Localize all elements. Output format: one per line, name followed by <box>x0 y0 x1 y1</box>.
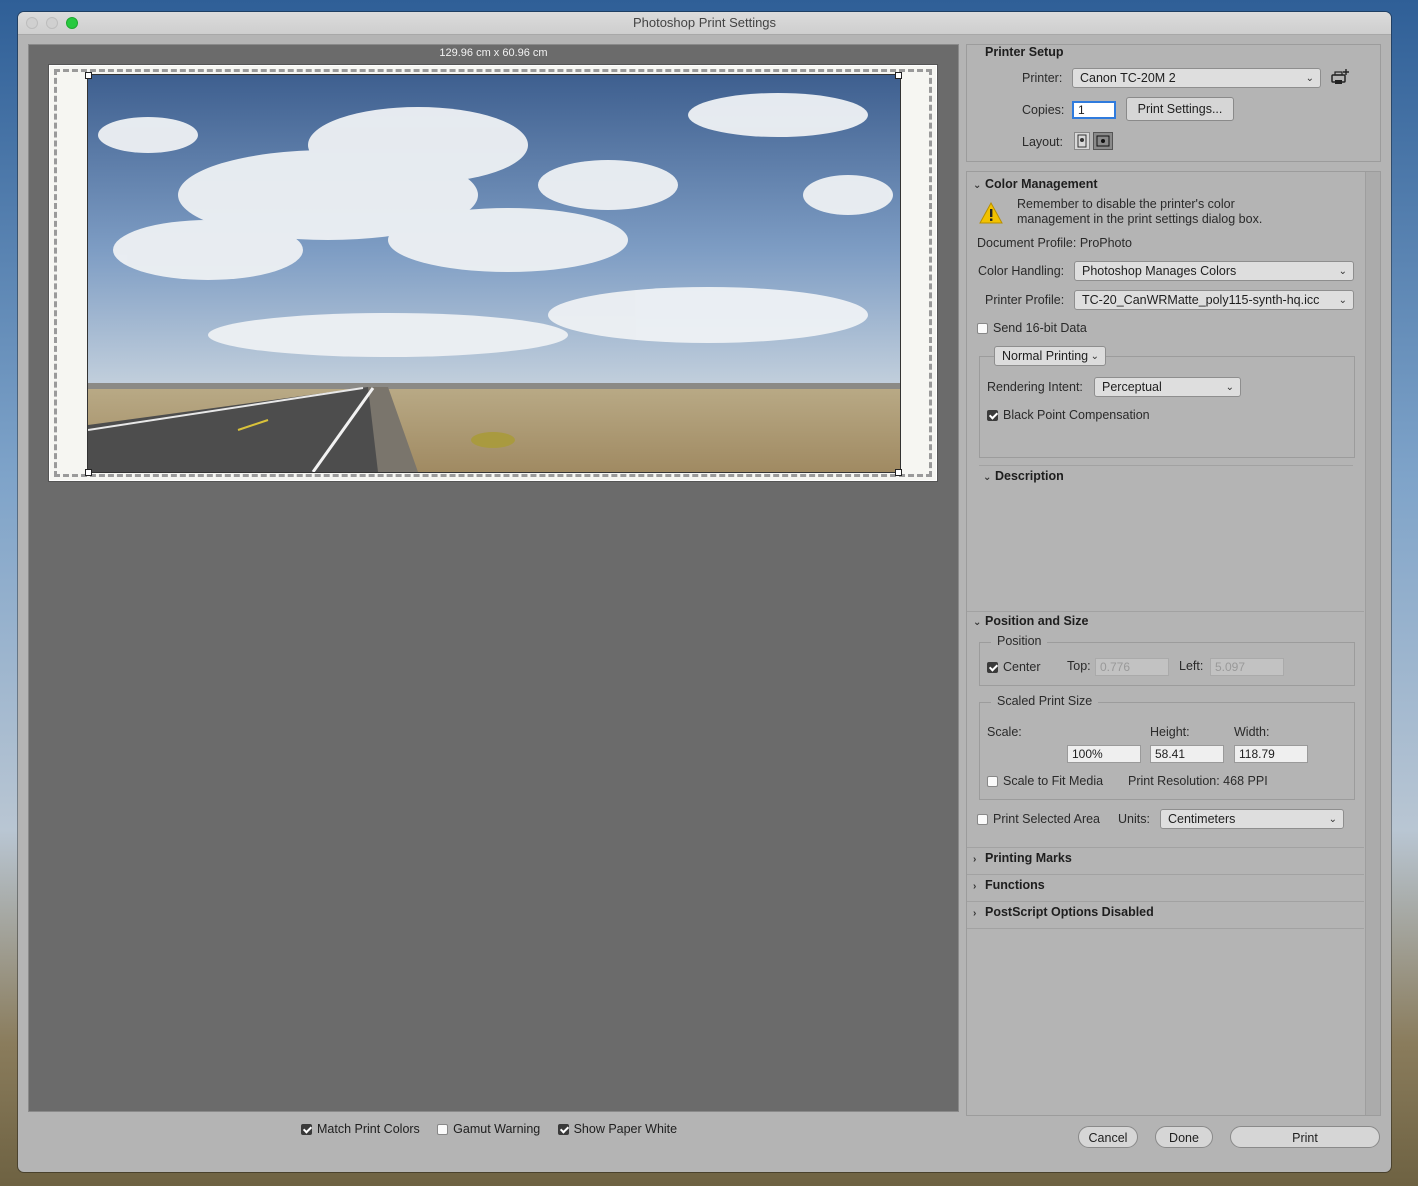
units-select[interactable]: Centimeters ⌄ <box>1160 809 1344 829</box>
functions-header[interactable]: › Functions <box>973 878 1045 892</box>
send-16bit-checkbox[interactable] <box>977 323 988 334</box>
settings-scroll-panel[interactable]: ⌄ Color Management Remember to disable th… <box>966 171 1381 1116</box>
height-input[interactable]: 58.41 <box>1150 745 1224 763</box>
done-button[interactable]: Done <box>1155 1126 1213 1148</box>
scale-to-fit-option[interactable]: Scale to Fit Media <box>987 774 1103 788</box>
printer-setup-panel: Printer Setup Printer: Canon TC-20M 2 ⌄ … <box>966 44 1381 162</box>
printer-profile-select[interactable]: TC-20_CanWRMatte_poly115-synth-hq.icc ⌄ <box>1074 290 1354 310</box>
print-button[interactable]: Print <box>1230 1126 1380 1148</box>
scale-label: Scale: <box>987 725 1022 739</box>
rendering-intent-label: Rendering Intent: <box>987 380 1083 394</box>
landscape-layout-icon[interactable] <box>1093 132 1113 150</box>
height-label: Height: <box>1150 725 1190 739</box>
copies-input[interactable]: 1 <box>1072 101 1116 119</box>
top-input[interactable]: 0.776 <box>1095 658 1169 676</box>
match-print-colors-checkbox[interactable] <box>301 1124 312 1135</box>
printer-setup-title: Printer Setup <box>985 45 1064 59</box>
rendering-intent-select[interactable]: Perceptual ⌄ <box>1094 377 1241 397</box>
width-label: Width: <box>1234 725 1270 739</box>
center-option[interactable]: Center <box>987 660 1041 674</box>
preview-options: Match Print Colors Gamut Warning Show Pa… <box>301 1122 691 1140</box>
chevron-down-icon: ⌄ <box>1338 266 1347 277</box>
minimize-window-button[interactable] <box>46 17 58 29</box>
add-printer-icon[interactable] <box>1330 67 1350 87</box>
resize-handle-top-left[interactable] <box>85 72 92 79</box>
resize-handle-top-right[interactable] <box>895 72 902 79</box>
match-print-colors-option[interactable]: Match Print Colors <box>301 1122 420 1136</box>
position-legend: Position <box>991 634 1048 648</box>
close-window-button[interactable] <box>26 17 38 29</box>
color-management-header[interactable]: ⌄ Color Management <box>973 177 1098 191</box>
document-profile: Document Profile: ProPhoto <box>977 236 1132 250</box>
chevron-down-icon: ⌄ <box>1338 295 1347 306</box>
printer-profile-label: Printer Profile: <box>985 293 1065 307</box>
preview-image[interactable] <box>87 74 901 473</box>
left-label: Left: <box>1179 659 1204 673</box>
color-handling-label: Color Handling: <box>978 264 1065 278</box>
normal-printing-select[interactable]: Normal Printing ⌄ <box>994 346 1106 366</box>
printer-select[interactable]: Canon TC-20M 2 ⌄ <box>1072 68 1321 88</box>
position-size-header[interactable]: ⌄ Position and Size <box>973 614 1089 628</box>
paper-sheet <box>49 65 937 481</box>
chevron-down-icon: ⌄ <box>973 180 982 191</box>
send-16bit-option[interactable]: Send 16-bit Data <box>977 321 1087 335</box>
chevron-down-icon: ⌄ <box>1090 351 1099 362</box>
show-paper-white-checkbox[interactable] <box>557 1124 569 1135</box>
black-point-option[interactable]: Black Point Compensation <box>987 408 1150 422</box>
scaled-print-size-legend: Scaled Print Size <box>991 694 1099 708</box>
chevron-right-icon: › <box>973 908 977 919</box>
chevron-down-icon: ⌄ <box>1225 382 1234 393</box>
copies-label: Copies: <box>1022 103 1065 117</box>
description-header[interactable]: ⌄ Description <box>983 469 1064 483</box>
width-input[interactable]: 118.79 <box>1234 745 1308 763</box>
show-paper-white-option[interactable]: Show Paper White <box>557 1122 677 1136</box>
chevron-right-icon: › <box>973 881 977 892</box>
printing-marks-header[interactable]: › Printing Marks <box>973 851 1072 865</box>
black-point-checkbox[interactable] <box>987 410 998 421</box>
resize-handle-bottom-left[interactable] <box>85 469 92 476</box>
gamut-warning-option[interactable]: Gamut Warning <box>437 1122 540 1136</box>
print-settings-window: Photoshop Print Settings 129.96 cm x 60.… <box>18 12 1391 1172</box>
title-bar: Photoshop Print Settings <box>18 12 1391 35</box>
warning-icon <box>979 202 1003 224</box>
zoom-window-button[interactable] <box>66 17 78 29</box>
print-settings-button[interactable]: Print Settings... <box>1126 97 1234 121</box>
window-title: Photoshop Print Settings <box>632 15 777 30</box>
cancel-button[interactable]: Cancel <box>1078 1126 1138 1148</box>
chevron-down-icon: ⌄ <box>1328 814 1337 825</box>
scale-to-fit-checkbox[interactable] <box>987 776 998 787</box>
gamut-warning-checkbox[interactable] <box>437 1124 449 1135</box>
normal-printing-group <box>979 356 1355 458</box>
landscape-photo <box>88 75 900 472</box>
settings-scrollbar[interactable] <box>1365 172 1380 1115</box>
top-label: Top: <box>1067 659 1091 673</box>
printer-label: Printer: <box>1022 71 1063 85</box>
units-label: Units: <box>1118 812 1150 826</box>
chevron-right-icon: › <box>973 854 977 865</box>
left-input[interactable]: 5.097 <box>1210 658 1284 676</box>
scale-input[interactable]: 100% <box>1067 745 1141 763</box>
portrait-layout-icon[interactable] <box>1074 132 1090 150</box>
chevron-down-icon: ⌄ <box>973 617 982 628</box>
print-selected-area-option[interactable]: Print Selected Area <box>977 812 1100 826</box>
center-checkbox[interactable] <box>987 662 998 673</box>
print-preview[interactable]: 129.96 cm x 60.96 cm <box>28 44 959 1112</box>
resize-handle-bottom-right[interactable] <box>895 469 902 476</box>
color-handling-select[interactable]: Photoshop Manages Colors ⌄ <box>1074 261 1354 281</box>
layout-label: Layout: <box>1022 135 1064 149</box>
print-resolution: Print Resolution: 468 PPI <box>1128 774 1268 788</box>
color-management-warning: Remember to disable the printer's color … <box>1017 197 1263 226</box>
print-selected-area-checkbox[interactable] <box>977 814 988 825</box>
preview-dimensions: 129.96 cm x 60.96 cm <box>439 47 548 59</box>
chevron-down-icon: ⌄ <box>983 472 992 483</box>
chevron-down-icon: ⌄ <box>1305 73 1314 84</box>
postscript-header[interactable]: › PostScript Options Disabled <box>973 905 1154 919</box>
